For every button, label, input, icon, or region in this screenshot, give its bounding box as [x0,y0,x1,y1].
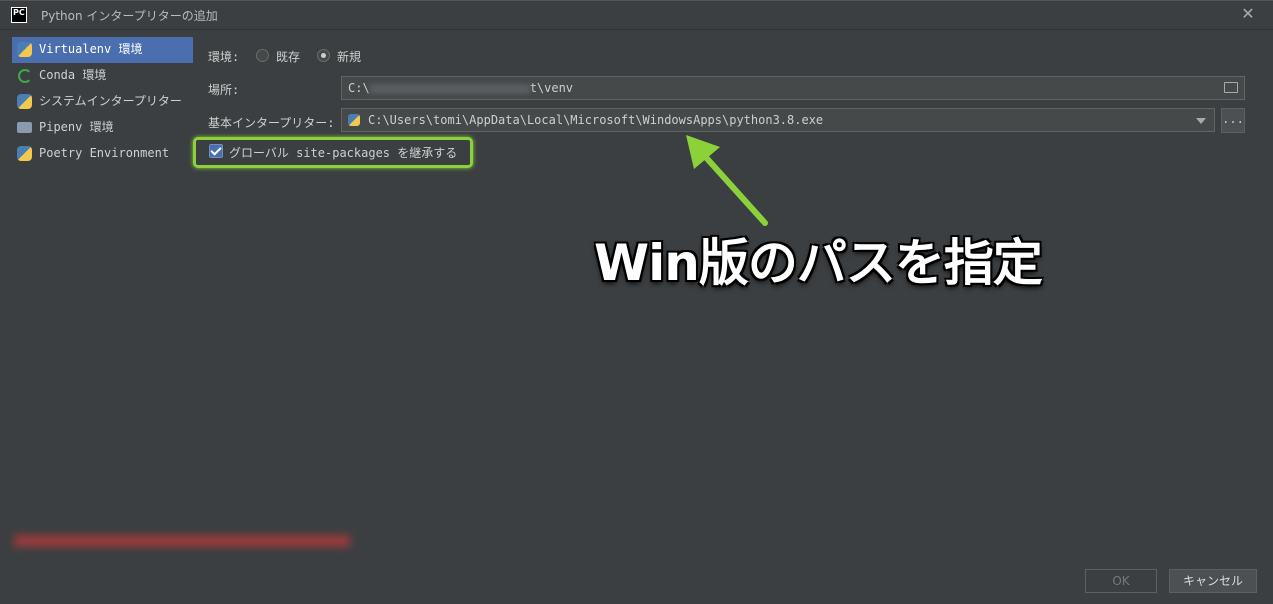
sidebar-item-label: システムインタープリター [39,94,182,108]
cancel-button[interactable]: キャンセル [1169,569,1257,593]
python-icon [348,114,360,126]
annotation-arrow-icon [686,135,768,226]
pycharm-logo-icon: PC [11,7,27,23]
conda-icon [18,69,32,83]
location-prefix: C:\ [348,81,370,95]
sidebar-item-system-interpreter[interactable]: システムインタープリター [12,89,193,115]
sidebar-item-label: Poetry Environment [39,146,170,160]
window-title: Python インタープリターの追加 [41,9,218,23]
environment-label: 環境: [208,50,240,64]
sidebar-item-virtualenv[interactable]: Virtualenv 環境 [12,37,193,63]
close-icon[interactable]: ✕ [1239,5,1257,23]
sidebar-item-conda[interactable]: Conda 環境 [12,63,193,89]
ok-button[interactable]: OK [1085,569,1157,593]
annotation-text: Win版のパスを指定 [594,234,1043,292]
browse-interpreter-button[interactable]: ... [1221,108,1245,133]
title-bar: PC Python インタープリターの追加 ✕ [0,1,1273,30]
redacted-path [369,83,530,94]
inherit-site-packages-label: グローバル site-packages を継承する [229,146,458,160]
sidebar-item-label: Pipenv 環境 [39,120,114,134]
radio-new-label: 新規 [337,50,362,64]
radio-new[interactable] [317,49,330,62]
location-suffix: t\venv [529,81,574,95]
folder-icon [17,122,32,133]
sidebar-item-pipenv[interactable]: Pipenv 環境 [12,115,193,141]
radio-existing[interactable] [256,49,269,62]
python-icon [17,146,32,161]
location-field[interactable]: C:\ t\venv [341,76,1245,100]
sidebar: Virtualenv 環境 Conda 環境 システムインタープリター Pipe… [12,37,193,167]
radio-existing-label: 既存 [276,50,301,64]
inherit-site-packages-checkbox[interactable] [209,144,223,158]
chevron-down-icon[interactable] [1196,118,1206,124]
python-icon [17,42,32,57]
base-interpreter-label: 基本インタープリター: [208,116,335,130]
location-label: 場所: [208,83,240,97]
browse-folder-icon[interactable] [1224,82,1238,93]
sidebar-item-label: Conda 環境 [39,68,107,82]
add-interpreter-dialog: PC Python インタープリターの追加 ✕ Virtualenv 環境 Co… [0,0,1273,604]
redacted-message [14,535,350,547]
sidebar-item-poetry[interactable]: Poetry Environment [12,141,193,167]
base-interpreter-select[interactable]: C:\Users\tomi\AppData\Local\Microsoft\Wi… [341,108,1215,132]
base-interpreter-value: C:\Users\tomi\AppData\Local\Microsoft\Wi… [368,113,824,127]
python-icon [17,94,32,109]
sidebar-item-label: Virtualenv 環境 [39,42,143,56]
